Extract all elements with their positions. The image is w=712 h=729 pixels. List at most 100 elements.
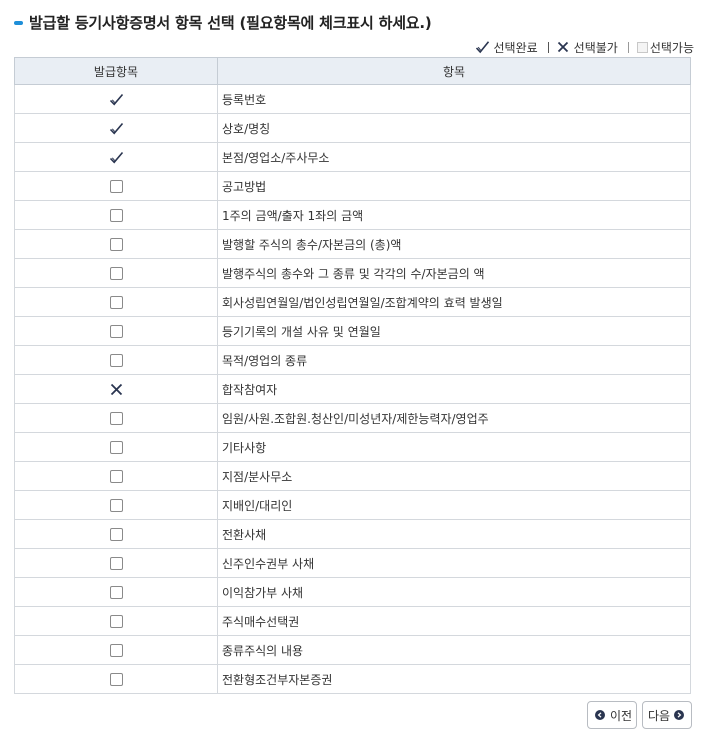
item-label: 지점/분사무소 <box>217 461 691 491</box>
item-label: 합작참여자 <box>217 374 691 404</box>
table-row: 이익참가부 사채 <box>14 577 691 607</box>
item-label: 회사성립연월일/법인성립연월일/조합계약의 효력 발생일 <box>217 287 691 317</box>
legend-divider <box>627 41 629 53</box>
next-page-label: 다음 <box>648 708 671 723</box>
table-row: 주식매수선택권 <box>14 606 691 636</box>
issue-cell <box>14 577 218 607</box>
checkmark-icon[interactable] <box>109 151 124 164</box>
issue-cell <box>14 171 218 201</box>
table-row: 지배인/대리인 <box>14 490 691 520</box>
legend-unavailable: 선택불가 <box>557 39 618 56</box>
column-header-item: 항목 <box>217 57 691 85</box>
legend-selected: 선택완료 <box>475 39 538 56</box>
table-row: 본점/영업소/주사무소 <box>14 142 691 172</box>
issue-cell <box>14 84 218 114</box>
item-checkbox[interactable] <box>109 441 123 454</box>
issue-cell <box>14 664 218 694</box>
table-row: 등기기록의 개설 사유 및 연월일 <box>14 316 691 346</box>
x-mark-icon <box>557 41 568 53</box>
issue-cell <box>14 519 218 549</box>
item-selection-table: 발급항목 항목 등록번호 상호/명칭 본점/영업소/주사무소 공고방법 1주의 금액/출… <box>14 57 691 694</box>
item-checkbox[interactable] <box>109 586 123 599</box>
legend-selected-label: 선택완료 <box>493 40 538 55</box>
item-label: 이익참가부 사채 <box>217 577 691 607</box>
item-checkbox[interactable] <box>109 412 123 425</box>
issue-cell <box>14 490 218 520</box>
item-label: 종류주식의 내용 <box>217 635 691 665</box>
item-label: 지배인/대리인 <box>217 490 691 520</box>
table-row: 1주의 금액/출자 1좌의 금액 <box>14 200 691 230</box>
table-header-row: 발급항목 항목 <box>14 57 691 85</box>
item-label: 본점/영업소/주사무소 <box>217 142 691 172</box>
legend-available-label: 선택가능 <box>649 40 694 55</box>
x-mark-icon <box>110 383 122 396</box>
column-header-issue: 발급항목 <box>14 57 218 85</box>
item-checkbox[interactable] <box>109 209 123 222</box>
item-label: 전환형조건부자본증권 <box>217 664 691 694</box>
table-row: 전환사채 <box>14 519 691 549</box>
table-row: 신주인수권부 사채 <box>14 548 691 578</box>
issue-cell <box>14 403 218 433</box>
item-label: 신주인수권부 사채 <box>217 548 691 578</box>
issue-cell <box>14 113 218 143</box>
issue-cell <box>14 258 218 288</box>
table-row: 목적/영업의 종류 <box>14 345 691 375</box>
item-label: 등록번호 <box>217 84 691 114</box>
issue-cell <box>14 635 218 665</box>
item-checkbox[interactable] <box>109 673 123 686</box>
arrow-right-icon <box>674 710 685 720</box>
section-title: 발급할 등기사항증명서 항목 선택 (필요항목에 체크표시 하세요.) <box>14 12 432 32</box>
checkmark-icon[interactable] <box>109 122 124 135</box>
item-checkbox[interactable] <box>109 499 123 512</box>
table-row: 지점/분사무소 <box>14 461 691 491</box>
item-checkbox[interactable] <box>109 325 123 338</box>
item-label: 임원/사원.조합원.청산인/미성년자/제한능력자/영업주 <box>217 403 691 433</box>
issue-cell <box>14 345 218 375</box>
legend-available: 선택가능 <box>636 39 694 56</box>
item-checkbox[interactable] <box>109 238 123 251</box>
item-checkbox[interactable] <box>109 615 123 628</box>
prev-page-label: 이전 <box>610 708 633 723</box>
issue-cell <box>14 461 218 491</box>
item-label: 발행주식의 총수와 그 종류 및 각각의 수/자본금의 액 <box>217 258 691 288</box>
item-checkbox[interactable] <box>109 470 123 483</box>
table-row: 공고방법 <box>14 171 691 201</box>
issue-cell <box>14 374 218 404</box>
item-label: 공고방법 <box>217 171 691 201</box>
legend: 선택완료 선택불가 선택가능 <box>475 39 694 55</box>
item-label: 발행할 주식의 총수/자본금의 (총)액 <box>217 229 691 259</box>
prev-page-button[interactable]: 이전 <box>587 701 637 729</box>
item-label: 주식매수선택권 <box>217 606 691 636</box>
issue-cell <box>14 432 218 462</box>
table-row: 합작참여자 <box>14 374 691 404</box>
issue-cell <box>14 316 218 346</box>
checkmark-icon[interactable] <box>109 93 124 106</box>
table-row: 회사성립연월일/법인성립연월일/조합계약의 효력 발생일 <box>14 287 691 317</box>
item-label: 상호/명칭 <box>217 113 691 143</box>
item-checkbox[interactable] <box>109 644 123 657</box>
table-row: 발행할 주식의 총수/자본금의 (총)액 <box>14 229 691 259</box>
arrow-left-icon <box>595 710 605 720</box>
item-checkbox[interactable] <box>109 354 123 367</box>
issue-cell <box>14 142 218 172</box>
item-checkbox[interactable] <box>109 296 123 309</box>
next-page-button[interactable]: 다음 <box>642 701 692 729</box>
item-label: 등기기록의 개설 사유 및 연월일 <box>217 316 691 346</box>
item-checkbox[interactable] <box>109 267 123 280</box>
item-checkbox[interactable] <box>109 528 123 541</box>
table-row: 상호/명칭 <box>14 113 691 143</box>
issue-cell <box>14 287 218 317</box>
table-row: 기타사항 <box>14 432 691 462</box>
issue-cell <box>14 229 218 259</box>
item-checkbox[interactable] <box>109 180 123 193</box>
item-label: 전환사채 <box>217 519 691 549</box>
issue-cell <box>14 606 218 636</box>
issue-cell <box>14 200 218 230</box>
issue-cell <box>14 548 218 578</box>
item-checkbox[interactable] <box>109 557 123 570</box>
table-row: 등록번호 <box>14 84 691 114</box>
legend-divider <box>547 41 549 53</box>
item-label: 목적/영업의 종류 <box>217 345 691 375</box>
page-title: 발급할 등기사항증명서 항목 선택 (필요항목에 체크표시 하세요.) <box>29 13 432 32</box>
empty-checkbox-icon <box>636 41 648 53</box>
